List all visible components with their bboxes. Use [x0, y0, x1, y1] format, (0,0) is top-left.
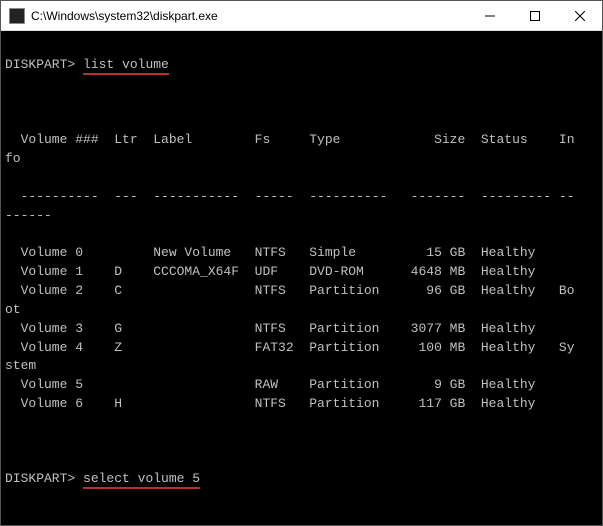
close-button[interactable]	[557, 1, 602, 30]
cmd-select-volume: select volume 5	[83, 471, 200, 489]
table-separator: ---------- --- ----------- ----- -------…	[5, 188, 598, 226]
window-title: C:\Windows\system32\diskpart.exe	[31, 9, 467, 23]
table-row: Volume 0 New Volume NTFS Simple 15 GB He…	[5, 244, 598, 263]
table-row: Volume 5 RAW Partition 9 GB Healthy	[5, 376, 598, 395]
titlebar[interactable]: C:\Windows\system32\diskpart.exe	[1, 1, 602, 31]
table-row: Volume 2 C NTFS Partition 96 GB Healthy …	[5, 282, 598, 320]
table-row: Volume 3 G NTFS Partition 3077 MB Health…	[5, 320, 598, 339]
table-row: Volume 6 H NTFS Partition 117 GB Healthy	[5, 395, 598, 414]
table-row: Volume 1 D CCCOMA_X64F UDF DVD-ROM 4648 …	[5, 263, 598, 282]
table-header: Volume ### Ltr Label Fs Type Size Status…	[5, 131, 598, 169]
app-icon	[9, 8, 25, 24]
table-row: Volume 4 Z FAT32 Partition 100 MB Health…	[5, 339, 598, 377]
cmd-line-select-volume: DISKPART> select volume 5	[5, 470, 598, 489]
diskpart-window: C:\Windows\system32\diskpart.exe DISKPAR…	[0, 0, 603, 526]
window-controls	[467, 1, 602, 30]
volume-rows: Volume 0 New Volume NTFS Simple 15 GB He…	[5, 244, 598, 414]
cmd-line-list-volume: DISKPART> list volume	[5, 56, 598, 75]
minimize-button[interactable]	[467, 1, 512, 30]
minimize-icon	[485, 11, 495, 21]
maximize-button[interactable]	[512, 1, 557, 30]
maximize-icon	[530, 11, 540, 21]
cmd-list-volume: list volume	[83, 57, 169, 75]
terminal-output[interactable]: DISKPART> list volume Volume ### Ltr Lab…	[1, 31, 602, 525]
close-icon	[575, 11, 585, 21]
